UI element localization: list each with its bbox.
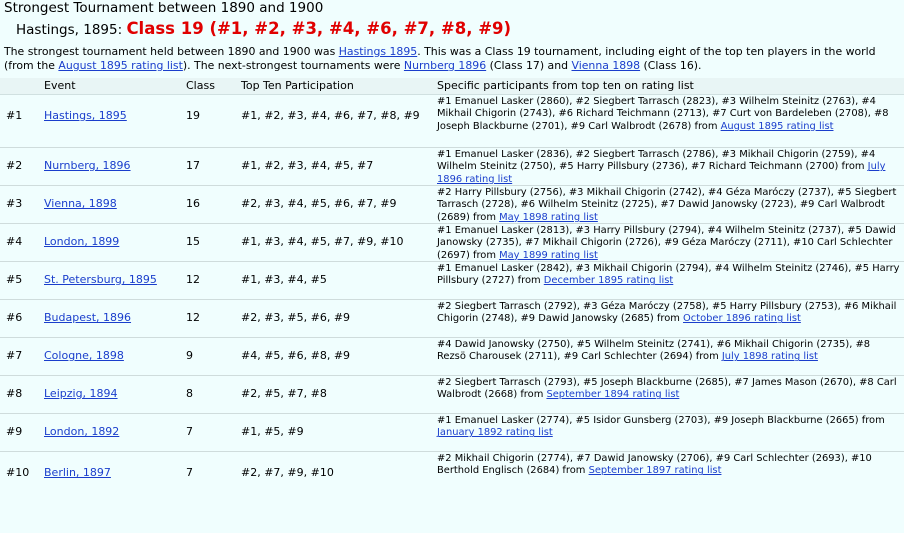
hastings-1895-link[interactable]: Hastings 1895 (339, 45, 418, 58)
event-link[interactable]: Hastings, 1895 (44, 109, 127, 122)
vienna-1898-link[interactable]: Vienna 1898 (572, 59, 641, 72)
rank-cell: #4 (6, 235, 23, 248)
class-cell: 16 (186, 197, 200, 210)
table-row: #3 Vienna, 1898 16 #2, #3, #4, #5, #6, #7, … (0, 185, 904, 223)
participants-cell: #2 Siegbert Tarrasch (2793), #5 Joseph B… (437, 377, 901, 402)
rank-cell: #7 (6, 349, 23, 362)
top-ten-cell: #2, #7, #9, #10 (241, 466, 334, 479)
table-row: #7 Cologne, 1898 9 #4, #5, #6, #8, #9 #4 Daw… (0, 337, 904, 375)
event-link[interactable]: Leipzig, 1894 (44, 387, 118, 400)
top-ten-cell: #2, #3, #5, #6, #9 (241, 311, 351, 324)
table-row: #10 Berlin, 1897 7 #2, #7, #9, #10 #2 Mikhai… (0, 451, 904, 492)
event-link[interactable]: London, 1899 (44, 235, 119, 248)
participants-cell: #1 Emanuel Lasker (2813), #3 Harry Pills… (437, 225, 901, 262)
header-event: Event (44, 79, 76, 92)
page-title: Strongest Tournament between 1890 and 19… (4, 0, 324, 16)
subtitle-class: Class 19 (#1, #2, #3, #4, #6, #7, #8, #9… (126, 19, 512, 38)
event-link[interactable]: Nurnberg, 1896 (44, 159, 131, 172)
class-cell: 19 (186, 109, 200, 122)
rank-cell: #5 (6, 273, 23, 286)
event-link[interactable]: St. Petersburg, 1895 (44, 273, 157, 286)
table-row: #1 Hastings, 1895 19 #1, #2, #3, #4, #6, #7… (0, 95, 904, 147)
top-ten-cell: #2, #5, #7, #8 (241, 387, 327, 400)
top-ten-cell: #1, #3, #4, #5, #7, #9, #10 (241, 235, 404, 248)
table-row: #8 Leipzig, 1894 8 #2, #5, #7, #8 #2 Siegber… (0, 375, 904, 413)
top-ten-cell: #1, #5, #9 (241, 425, 304, 438)
table-body: #1 Hastings, 1895 19 #1, #2, #3, #4, #6, #7… (0, 95, 904, 492)
table-row: #9 London, 1892 7 #1, #5, #9 #1 Emanuel Lask… (0, 413, 904, 451)
class-cell: 15 (186, 235, 200, 248)
rating-list-link[interactable]: December 1895 rating list (544, 275, 674, 286)
participants-cell: #1 Emanuel Lasker (2842), #3 Mikhail Chi… (437, 263, 901, 288)
class-cell: 12 (186, 311, 200, 324)
participants-text: #1 Emanuel Lasker (2836), #2 Siegbert Ta… (437, 149, 876, 173)
intro-text: ). The next-strongest tournaments were (182, 59, 404, 72)
intro-text: (Class 16). (640, 59, 702, 72)
participants-cell: #1 Emanuel Lasker (2836), #2 Siegbert Ta… (437, 149, 901, 186)
top-ten-cell: #1, #3, #4, #5 (241, 273, 327, 286)
event-link[interactable]: London, 1892 (44, 425, 119, 438)
rating-list-link[interactable]: October 1896 rating list (683, 313, 801, 324)
participants-cell: #2 Mikhail Chigorin (2774), #7 Dawid Jan… (437, 453, 901, 478)
participants-cell: #1 Emanuel Lasker (2860), #2 Siegbert Ta… (437, 96, 901, 133)
event-link[interactable]: Berlin, 1897 (44, 466, 111, 479)
top-ten-cell: #1, #2, #3, #4, #6, #7, #8, #9 (241, 109, 420, 122)
class-cell: 9 (186, 349, 193, 362)
participants-text: #1 Emanuel Lasker (2774), #5 Isidor Guns… (437, 415, 885, 426)
top-ten-cell: #1, #2, #3, #4, #5, #7 (241, 159, 374, 172)
table-row: #6 Budapest, 1896 12 #2, #3, #5, #6, #9 #2 S… (0, 299, 904, 337)
intro-text: The strongest tournament held between 18… (4, 45, 339, 58)
august-1895-rating-list-link[interactable]: August 1895 rating list (58, 59, 182, 72)
participants-text: #2 Siegbert Tarrasch (2792), #3 Géza Mar… (437, 301, 897, 325)
intro-text: (Class 17) and (486, 59, 572, 72)
top-ten-cell: #4, #5, #6, #8, #9 (241, 349, 351, 362)
tournament-table: Event Class Top Ten Participation Specif… (0, 78, 904, 492)
intro-paragraph: The strongest tournament held between 18… (4, 45, 900, 73)
rank-cell: #2 (6, 159, 23, 172)
class-cell: 7 (186, 466, 193, 479)
rank-cell: #3 (6, 197, 23, 210)
table-row: #5 St. Petersburg, 1895 12 #1, #3, #4, #5 #1… (0, 261, 904, 299)
rating-list-link[interactable]: May 1899 rating list (499, 250, 598, 261)
top-ten-cell: #2, #3, #4, #5, #6, #7, #9 (241, 197, 397, 210)
subtitle-event: Hastings, 1895: (16, 22, 123, 38)
rating-list-link[interactable]: May 1898 rating list (499, 212, 598, 223)
class-cell: 8 (186, 387, 193, 400)
rating-list-link[interactable]: August 1895 rating list (721, 121, 834, 132)
rating-list-link[interactable]: September 1897 rating list (589, 465, 722, 476)
header-class: Class (186, 79, 215, 92)
rank-cell: #6 (6, 311, 23, 324)
participants-cell: #1 Emanuel Lasker (2774), #5 Isidor Guns… (437, 415, 901, 440)
nurnberg-1896-link[interactable]: Nurnberg 1896 (404, 59, 486, 72)
rating-list-link[interactable]: September 1894 rating list (546, 389, 679, 400)
participants-cell: #4 Dawid Janowsky (2750), #5 Wilhelm Ste… (437, 339, 901, 364)
class-cell: 7 (186, 425, 193, 438)
event-link[interactable]: Cologne, 1898 (44, 349, 124, 362)
class-cell: 17 (186, 159, 200, 172)
class-cell: 12 (186, 273, 200, 286)
event-link[interactable]: Vienna, 1898 (44, 197, 117, 210)
participants-cell: #2 Siegbert Tarrasch (2792), #3 Géza Mar… (437, 301, 901, 326)
table-header: Event Class Top Ten Participation Specif… (0, 78, 904, 95)
header-participants: Specific participants from top ten on ra… (437, 79, 694, 92)
table-row: #2 Nurnberg, 1896 17 #1, #2, #3, #4, #5, #7… (0, 147, 904, 185)
rank-cell: #10 (6, 466, 30, 479)
page-subtitle: Hastings, 1895: Class 19 (#1, #2, #3, #4… (16, 18, 511, 41)
event-link[interactable]: Budapest, 1896 (44, 311, 131, 324)
table-row: #4 London, 1899 15 #1, #3, #4, #5, #7, #9, … (0, 223, 904, 261)
rating-list-link[interactable]: July 1898 rating list (722, 351, 818, 362)
header-top-ten: Top Ten Participation (241, 79, 354, 92)
rank-cell: #8 (6, 387, 23, 400)
rating-list-link[interactable]: January 1892 rating list (437, 427, 553, 438)
rank-cell: #1 (6, 109, 23, 122)
rank-cell: #9 (6, 425, 23, 438)
participants-cell: #2 Harry Pillsbury (2756), #3 Mikhail Ch… (437, 187, 901, 224)
